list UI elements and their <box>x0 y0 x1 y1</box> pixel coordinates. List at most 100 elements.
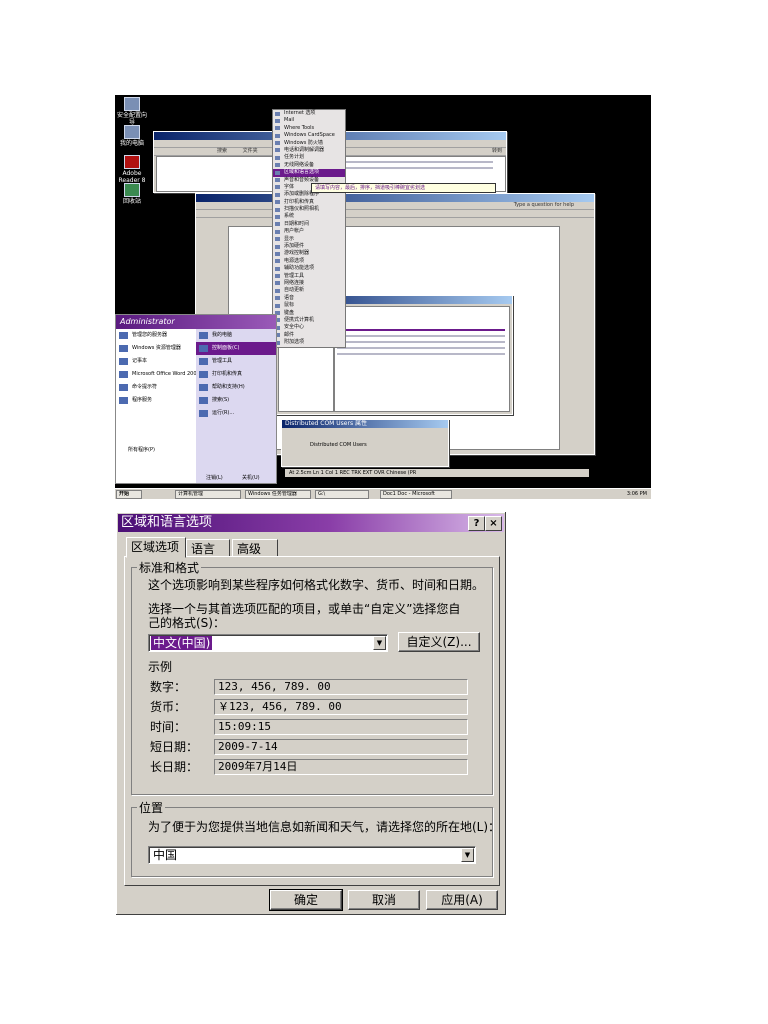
control-panel-menu-item[interactable]: 安全中心 <box>273 324 345 331</box>
adobe-reader-icon <box>124 155 140 169</box>
tab-regional-options[interactable]: 区域选项 <box>126 537 186 558</box>
control-panel-menu-item[interactable]: Windows CardSpace <box>273 132 345 139</box>
word-menu-bar[interactable]: Type a question for help <box>196 202 594 210</box>
dcom-group-name: Distributed COM Users <box>310 442 367 448</box>
menu-item-regional-options[interactable]: 区域和语言选项 <box>273 169 345 177</box>
chevron-down-icon[interactable]: ▼ <box>373 636 386 650</box>
taskbar-item[interactable]: G:\ <box>315 490 369 499</box>
tab-languages[interactable]: 语言 <box>186 539 230 557</box>
sample-number-field: 123, 456, 789. 00 <box>214 679 468 695</box>
cancel-button[interactable]: 取消 <box>348 890 420 910</box>
control-panel-menu-item[interactable]: 管理工具 <box>273 273 345 280</box>
word-help-box[interactable]: Type a question for help <box>514 202 574 209</box>
desktop-icon-security-wizard[interactable]: 安全配置向导 <box>117 97 147 126</box>
start-item[interactable]: 管理工具 <box>196 355 276 368</box>
start-button[interactable]: 开始 <box>116 490 142 499</box>
list-row[interactable] <box>337 347 505 349</box>
sample-label-short-date: 短日期： <box>150 740 199 754</box>
list-row[interactable] <box>337 341 505 343</box>
start-item[interactable]: 运行(R)... <box>196 407 276 420</box>
desktop-icon-my-computer[interactable]: 我的电脑 <box>117 125 147 147</box>
sample-time-field: 15:09:15 <box>214 719 468 735</box>
taskbar: 开始 计算机管理 Windows 任务管理器 G:\ Doc1 Doc - Mi… <box>115 488 651 499</box>
word-title-bar[interactable] <box>196 194 594 202</box>
control-panel-menu-item[interactable]: Windows 防火墙 <box>273 140 345 147</box>
start-item[interactable]: 搜索(S) <box>196 394 276 407</box>
control-panel-menu-item[interactable]: 任务计划 <box>273 154 345 161</box>
clock: 3:06 PM <box>626 491 647 497</box>
dcom-properties-window[interactable]: Distributed COM Users 属性 Distributed COM… <box>281 419 449 467</box>
sample-label-long-date: 长日期： <box>150 760 199 774</box>
control-panel-menu-item[interactable]: Where Tools <box>273 125 345 132</box>
ok-button[interactable]: 确定 <box>269 889 343 911</box>
taskbar-item[interactable]: Doc1 Doc - Microsoft <box>380 490 452 499</box>
taskbar-item[interactable]: 计算机管理 <box>175 490 241 499</box>
control-panel-menu-item[interactable]: 自动更新 <box>273 287 345 294</box>
start-item-control-panel[interactable]: 控制面板(C) <box>196 342 276 355</box>
desktop-screenshot: 安全配置向导 我的电脑 Adobe Reader 8 回收站 搜索 文件夹 转到… <box>115 95 651 499</box>
wizard-icon <box>124 97 140 111</box>
standards-formats-legend: 标准和格式 <box>137 559 202 576</box>
shutdown-button[interactable]: 关机(U) <box>242 474 260 481</box>
taskbar-item[interactable]: Windows 任务管理器 <box>245 490 311 499</box>
control-panel-menu-item[interactable]: 用户帐户 <box>273 228 345 235</box>
word-status-bar: At 2.5cm Ln 1 Col 1 REC TRK EXT OVR Chin… <box>285 469 589 477</box>
explorer-folders-button[interactable]: 文件夹 <box>243 148 258 154</box>
location-select[interactable]: 中国 ▼ <box>148 846 476 864</box>
start-item[interactable]: 记事本 <box>116 355 196 368</box>
control-panel-menu-item[interactable]: 显示 <box>273 236 345 243</box>
sample-label-time: 时间： <box>150 720 187 734</box>
regional-options-panel: 标准和格式 这个选项影响到某些程序如何格式化数字、货币、时间和日期。 选择一个与… <box>124 556 500 886</box>
start-item[interactable]: 命令提示符 <box>116 381 196 394</box>
list-row[interactable] <box>337 335 505 337</box>
control-panel-menu-item[interactable]: 鼠标 <box>273 302 345 309</box>
explorer-search-button[interactable]: 搜索 <box>217 148 227 154</box>
control-panel-submenu[interactable]: Internet 选项 Mail Where Tools Windows CardSp… <box>272 109 346 348</box>
start-item[interactable]: Windows 资源管理器 <box>116 342 196 355</box>
dialog-title: 区域和语言选项 <box>121 515 213 530</box>
start-menu-user: Administrator <box>116 315 276 329</box>
start-item[interactable]: 程序服务 <box>116 394 196 407</box>
customize-button[interactable]: 自定义(Z)... <box>398 632 480 652</box>
all-programs-button[interactable]: 所有程序(P) <box>128 446 155 453</box>
control-panel-menu-item[interactable]: 键盘 <box>273 310 345 317</box>
standards-formats-group: 标准和格式 这个选项影响到某些程序如何格式化数字、货币、时间和日期。 选择一个与… <box>131 559 493 795</box>
file-row[interactable] <box>323 161 493 163</box>
apply-button[interactable]: 应用(A) <box>426 890 498 910</box>
chevron-down-icon[interactable]: ▼ <box>461 848 474 862</box>
management-list[interactable] <box>334 306 510 412</box>
tab-advanced[interactable]: 高级 <box>232 539 278 557</box>
location-legend: 位置 <box>137 799 166 816</box>
control-panel-menu-item[interactable]: 游戏控制器 <box>273 250 345 257</box>
selected-row[interactable] <box>337 329 505 331</box>
sample-short-date-field: 2009-7-14 <box>214 739 468 755</box>
start-menu-left-column: 管理您的服务器 Windows 资源管理器 记事本 Microsoft Offi… <box>116 329 200 483</box>
word-formatting-toolbar[interactable] <box>196 210 594 218</box>
control-panel-menu-item[interactable]: 辅助功能选项 <box>273 265 345 272</box>
control-panel-menu-item[interactable]: 打印机和传真 <box>273 199 345 206</box>
start-menu[interactable]: Administrator 管理您的服务器 Windows 资源管理器 记事本 … <box>115 314 277 484</box>
dialog-title-bar[interactable]: 区域和语言选项 ? × <box>118 514 504 532</box>
start-item[interactable]: 打印机和传真 <box>196 368 276 381</box>
control-panel-menu-item[interactable]: 附加选项 <box>273 339 345 346</box>
locale-select[interactable]: 中文(中国) ▼ <box>148 634 388 652</box>
start-item[interactable]: 我的电脑 <box>196 329 276 342</box>
control-panel-menu-item[interactable]: Internet 选项 <box>273 110 345 117</box>
regional-options-dialog: 区域和语言选项 ? × 区域选项 语言 高级 标准和格式 这个选项影响到某些程序… <box>115 511 507 916</box>
control-panel-menu-item[interactable]: 邮件 <box>273 332 345 339</box>
location-description: 为了便于为您提供当地信息如新闻和天气，请选择您的所在地(L)： <box>148 820 501 834</box>
desktop-icon-adobe-reader[interactable]: Adobe Reader 8 <box>117 155 147 184</box>
start-item[interactable]: 帮助和支持(H) <box>196 381 276 394</box>
close-button[interactable]: × <box>485 516 502 531</box>
help-button[interactable]: ? <box>468 516 485 531</box>
logoff-button[interactable]: 注销(L) <box>206 474 223 481</box>
control-panel-menu-item[interactable]: Mail <box>273 117 345 124</box>
start-item[interactable]: Microsoft Office Word 2003 <box>116 368 200 381</box>
file-row[interactable] <box>323 167 493 169</box>
desktop-icon-recycle-bin[interactable]: 回收站 <box>117 183 147 205</box>
start-item[interactable]: 管理您的服务器 <box>116 329 196 342</box>
list-row[interactable] <box>337 353 505 355</box>
dcom-title-bar[interactable]: Distributed COM Users 属性 <box>282 420 448 428</box>
explorer-go-button[interactable]: 转到 <box>492 148 502 155</box>
control-panel-menu-item[interactable]: 系统 <box>273 213 345 220</box>
